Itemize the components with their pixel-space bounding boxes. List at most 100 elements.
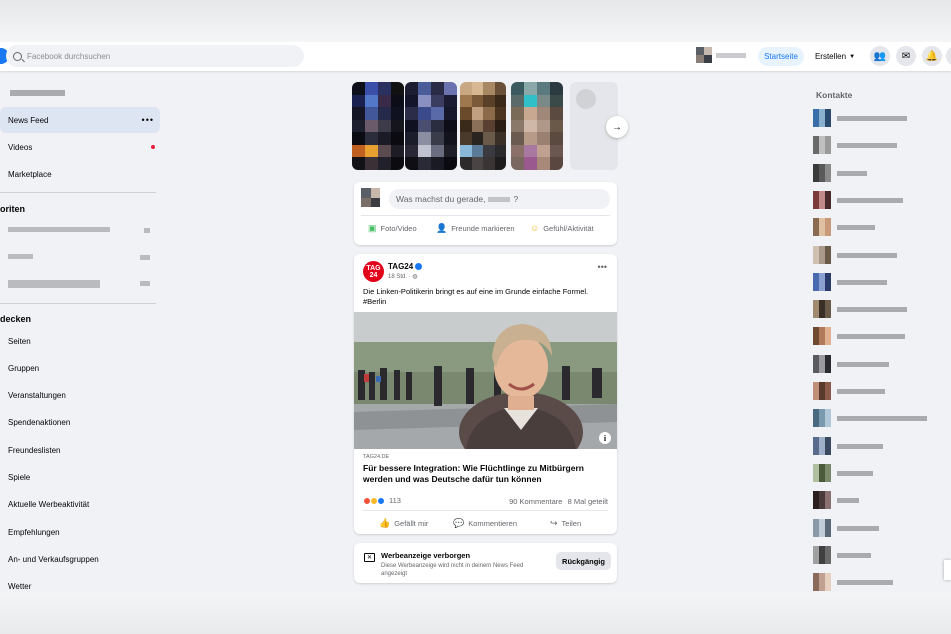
contact-item[interactable] [813,327,951,346]
story-card[interactable] [511,82,563,170]
contact-item[interactable] [813,109,951,127]
arrow-right-icon[interactable]: → [606,116,628,138]
contact-avatar [813,354,831,373]
browser-frame-bottom [0,592,951,634]
sidebar-item-buy-sell-groups[interactable]: An- und Verkaufsgruppen [0,546,160,572]
post-link-image[interactable]: i [354,312,617,449]
comment-button[interactable]: 💬 Kommentieren [453,518,517,529]
like-button[interactable]: 👍 Gefällt mir [379,518,428,529]
contact-item[interactable] [813,518,951,537]
contact-avatar [813,272,831,291]
verified-badge-icon [415,263,423,271]
page-name[interactable]: TAG24 [388,262,423,271]
contact-avatar [813,300,831,319]
contact-name-blurred [837,389,885,394]
favorite-item-blurred[interactable] [8,280,100,288]
contact-item[interactable] [813,436,951,455]
contact-item[interactable] [813,545,951,564]
contact-item[interactable] [813,354,951,373]
contact-item[interactable] [813,300,951,319]
profile-shortcut-blurred[interactable] [10,90,65,96]
contact-item[interactable] [813,245,951,264]
feed-post: TAG 24 TAG24 18 Std. · ◍ ••• Die Linken-… [354,254,617,534]
sidebar-item-events[interactable]: Veranstaltungen [0,382,160,408]
favorite-item-blurred[interactable] [8,227,110,232]
home-button[interactable]: Startseite [758,47,804,66]
contact-avatar [813,163,831,182]
feeling-activity-button[interactable]: ☺ Gefühl/Aktivität [530,223,594,233]
friends-icon[interactable]: 👥 [870,46,890,66]
contact-name-blurred [837,443,883,449]
sidebar-item-label: Spendenaktionen [8,417,71,427]
sidebar-item-pages[interactable]: Seiten [0,328,160,354]
sidebar-item-fundraisers[interactable]: Spendenaktionen [0,409,160,435]
sidebar-item-games[interactable]: Spiele [0,464,160,490]
search-icon [13,51,22,61]
profile-name-blurred[interactable] [716,53,746,58]
info-icon[interactable]: i [599,432,611,444]
contact-item[interactable] [813,218,951,237]
page-logo[interactable]: TAG 24 [363,261,384,282]
sidebar-item-friend-lists[interactable]: Freundeslisten [0,437,160,463]
contact-item[interactable] [813,136,951,155]
comments-count[interactable]: 90 Kommentare [509,497,562,506]
share-label: Teilen [561,519,582,528]
profile-avatar[interactable] [696,47,712,63]
post-stats: 90 Kommentare 8 Mal geteilt [509,497,608,506]
post-time[interactable]: 18 Std. · ◍ [388,273,418,280]
sidebar-item-groups[interactable]: Gruppen [0,355,160,381]
sidebar-item-weather[interactable]: Wetter [0,573,160,592]
share-icon: ↪ [550,518,558,528]
contact-item[interactable] [813,463,951,482]
contact-item[interactable] [813,190,951,209]
action-label: Gefühl/Aktivität [543,223,594,233]
contact-item[interactable] [813,272,951,291]
hidden-ad-notice: ✕ Werbeanzeige verborgen Diese Werbeanze… [354,543,617,583]
shares-count[interactable]: 8 Mal geteilt [568,497,608,506]
undo-button[interactable]: Rückgängig [556,552,611,570]
photo-video-button[interactable]: ▣ Foto/Video [368,223,417,234]
status-placeholder-suffix: ? [513,194,519,204]
story-card[interactable] [352,82,404,170]
post-options-icon[interactable]: ••• [598,262,607,272]
contact-item[interactable] [813,163,951,182]
tag-friends-button[interactable]: 👤 Freunde markieren [436,223,515,234]
contact-item[interactable] [813,382,951,400]
composer-divider [361,215,610,216]
search-input[interactable]: Facebook durchsuchen [6,45,304,67]
link-headline[interactable]: Für bessere Integration: Wie Flüchtlinge… [363,463,608,485]
contact-name-blurred [837,307,907,313]
favorite-count-blurred [140,281,150,286]
sidebar-item-marketplace[interactable]: Marketplace [0,161,160,187]
user-avatar[interactable] [361,188,380,207]
sidebar-item-recommendations[interactable]: Empfehlungen [0,519,160,545]
reactions-summary[interactable]: 113 [363,496,401,505]
sidebar-item-label: News Feed [8,115,49,125]
contact-avatar [813,436,831,455]
scroll-edge-handle[interactable] [944,560,951,580]
favorite-item-blurred[interactable] [8,254,33,259]
share-button[interactable]: ↪ Teilen [550,518,581,529]
story-card[interactable] [460,82,506,170]
account-menu-icon[interactable]: ▾ [946,46,951,66]
sidebar-item-videos[interactable]: Videos [0,134,160,160]
contact-name-blurred [837,170,867,176]
sidebar-item-news-feed[interactable]: News Feed ••• [0,107,160,133]
sidebar-item-ad-activity[interactable]: Aktuelle Werbeaktivität [0,491,160,517]
sidebar-item-label: Veranstaltungen [8,390,66,400]
contact-avatar [813,409,831,428]
contact-name-blurred [837,416,927,422]
contact-name-blurred [837,470,873,476]
contact-item[interactable] [813,491,951,510]
story-card[interactable] [405,82,457,170]
contact-item[interactable] [813,573,951,592]
create-button[interactable]: Erstellen ▼ [810,47,860,66]
hidden-ad-title: Werbeanzeige verborgen [381,551,471,560]
messenger-icon[interactable]: ✉ [896,46,916,66]
more-options-icon[interactable]: ••• [142,115,154,125]
top-navigation-bar: Facebook durchsuchen Startseite Erstelle… [0,42,951,71]
contact-item[interactable] [813,409,951,428]
contact-avatar [813,136,831,155]
status-input[interactable]: Was machst du gerade, ? [389,189,610,209]
notifications-icon[interactable]: 🔔 [922,46,942,66]
